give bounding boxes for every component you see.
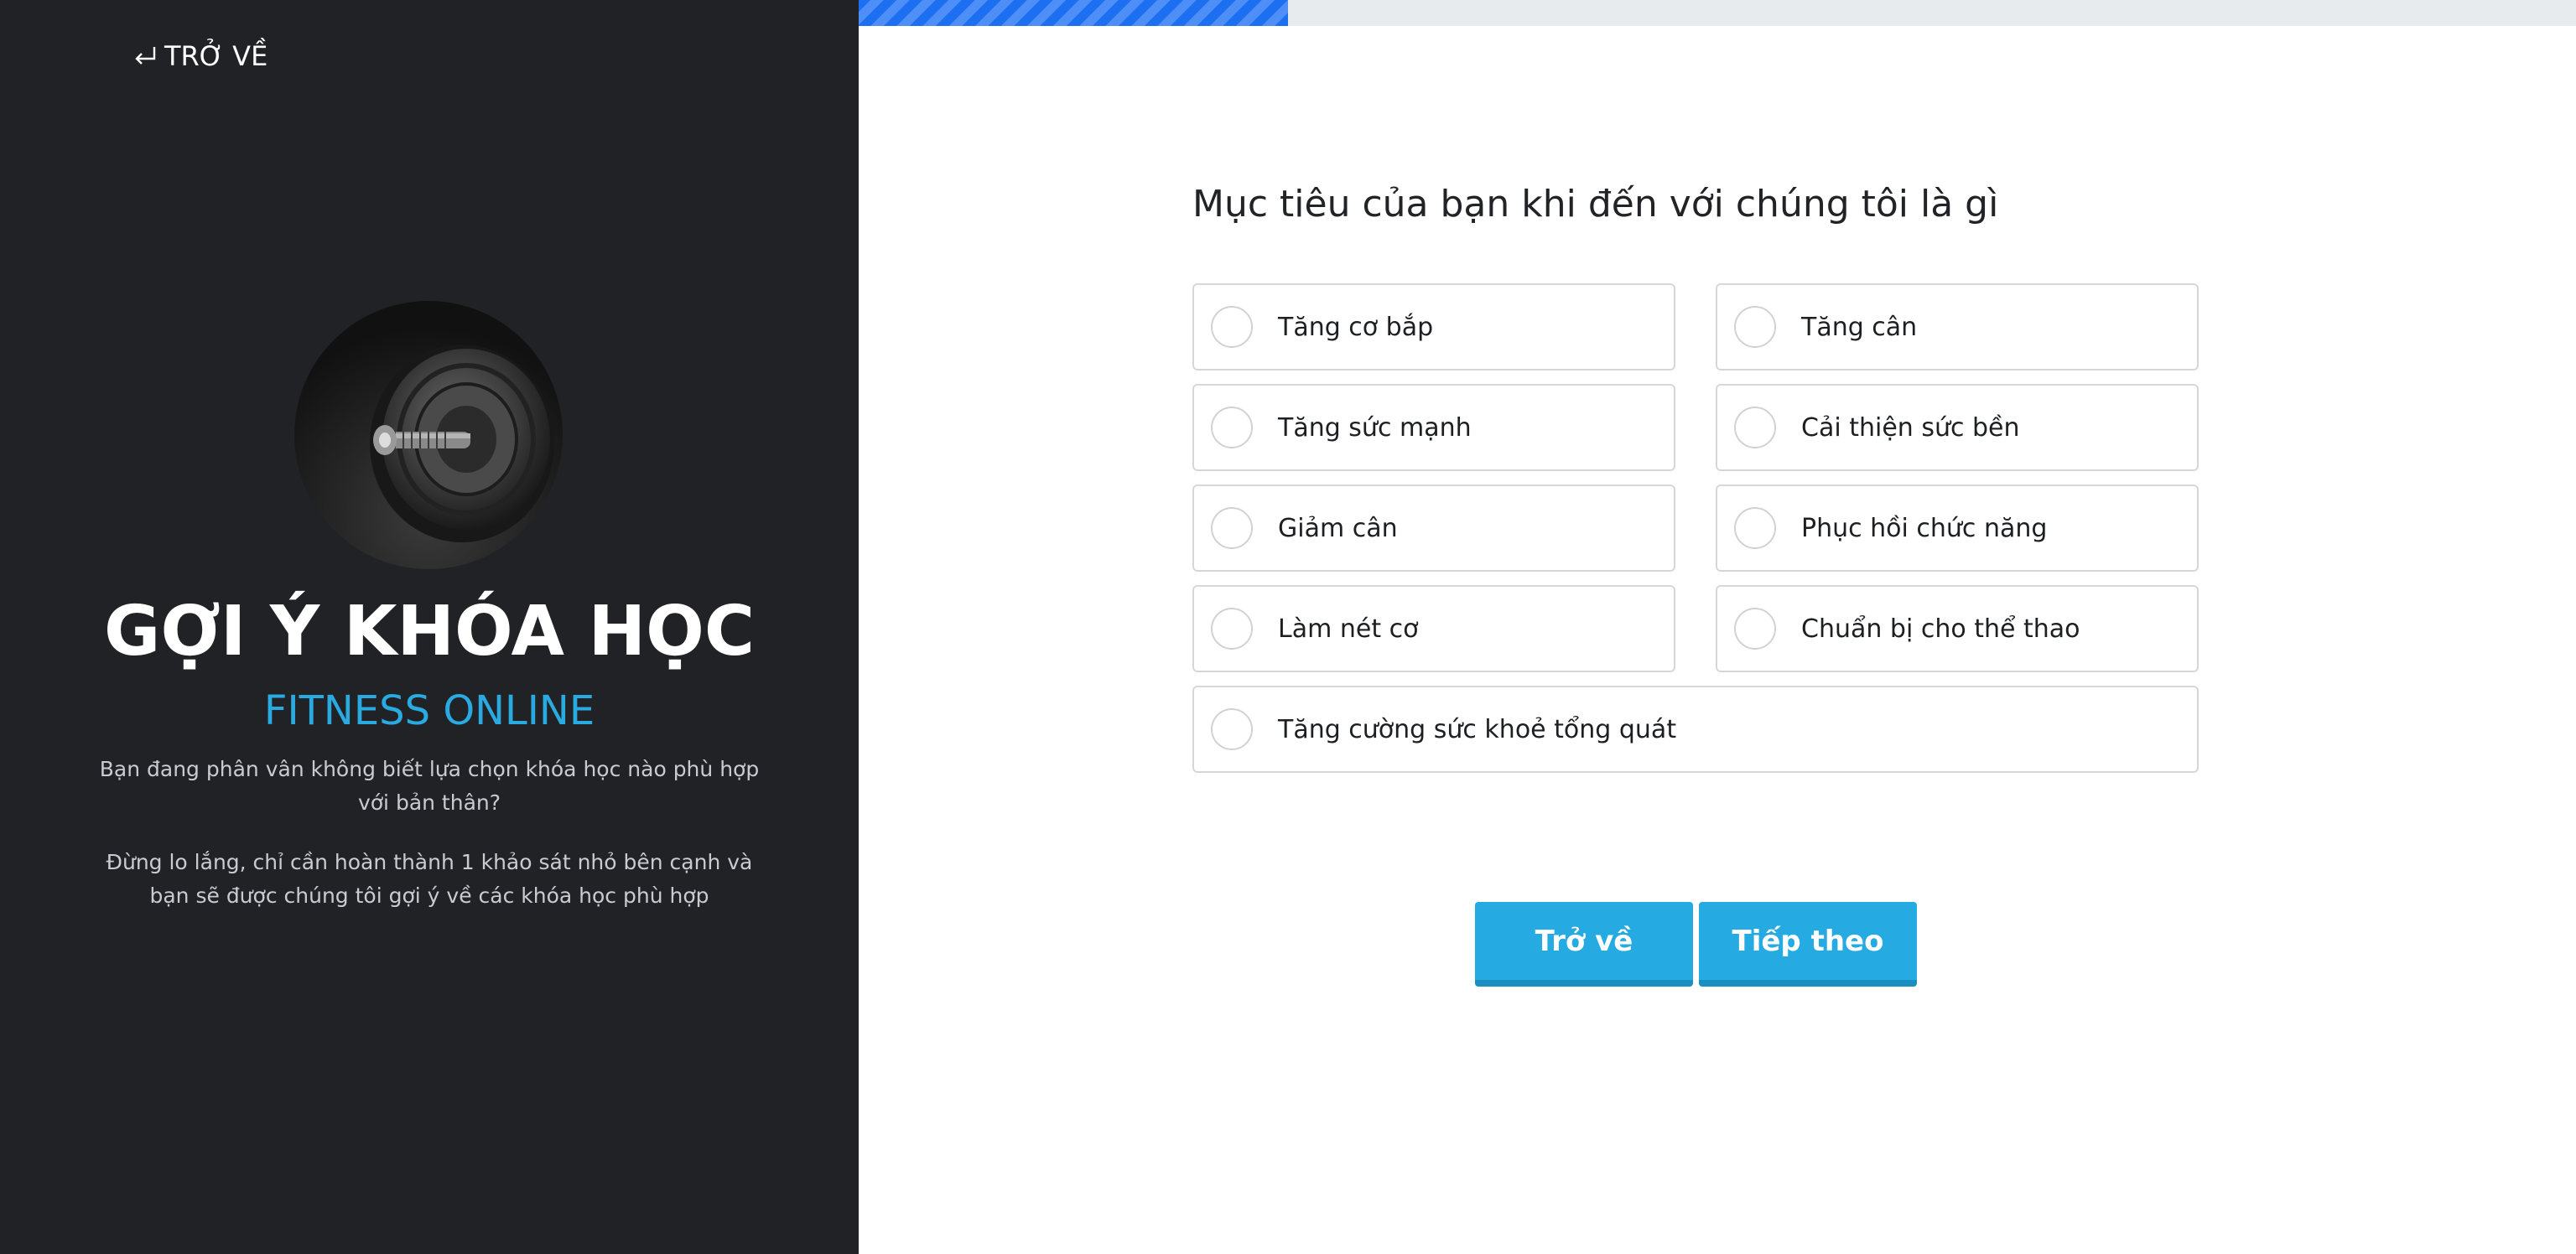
option-label: Cải thiện sức bền [1801,412,2020,443]
option-chuan-bi-the-thao[interactable]: Chuẩn bị cho thể thao [1716,585,2199,672]
option-label: Làm nét cơ [1278,614,1419,644]
radio-icon[interactable] [1734,306,1776,348]
option-label: Giảm cân [1278,513,1398,543]
dumbbell-image [294,301,563,569]
option-cai-thien-suc-ben[interactable]: Cải thiện sức bền [1716,384,2199,471]
option-lam-net-co[interactable]: Làm nét cơ [1192,585,1675,672]
radio-icon[interactable] [1734,608,1776,650]
radio-icon[interactable] [1734,507,1776,549]
radio-icon[interactable] [1211,708,1253,750]
option-label: Tăng cân [1801,312,1918,342]
option-label: Tăng sức mạnh [1278,412,1472,443]
radio-icon[interactable] [1211,306,1253,348]
progress-fill [859,0,1288,26]
intro-panel: TRỞ VỀ GỢI Ý KHÓA HỌC FITNESS ONLINE Bạn… [0,0,859,1254]
option-label: Tăng cường sức khoẻ tổng quát [1278,714,1677,744]
option-phuc-hoi-chuc-nang[interactable]: Phục hồi chức năng [1716,484,2199,572]
return-arrow-icon [135,47,156,65]
radio-icon[interactable] [1211,507,1253,549]
option-suc-khoe-tong-quat[interactable]: Tăng cường sức khoẻ tổng quát [1192,686,2199,773]
back-link-label: TRỞ VỀ [164,40,268,72]
hero-subtitle: FITNESS ONLINE [263,687,595,734]
option-tang-suc-manh[interactable]: Tăng sức mạnh [1192,384,1675,471]
option-label: Phục hồi chức năng [1801,513,2048,543]
radio-icon[interactable] [1734,407,1776,448]
dumbbell-plate-icon [294,301,563,569]
back-link[interactable]: TRỞ VỀ [131,40,267,72]
progress-bar [859,0,2576,26]
survey-question: Mục tiêu của bạn khi đến với chúng tôi l… [1192,183,1999,225]
hero-description-1: Bạn đang phân vân không biết lựa chọn kh… [99,757,760,815]
hero-title: GỢI Ý KHÓA HỌC [103,592,756,671]
option-label: Tăng cơ bắp [1278,312,1434,342]
option-tang-co-bap[interactable]: Tăng cơ bắp [1192,283,1675,370]
option-giam-can[interactable]: Giảm cân [1192,484,1675,572]
next-button[interactable]: Tiếp theo [1699,902,1917,987]
radio-icon[interactable] [1211,608,1253,650]
back-button[interactable]: Trở về [1475,902,1693,987]
option-tang-can[interactable]: Tăng cân [1716,283,2199,370]
option-label: Chuẩn bị cho thể thao [1801,614,2080,644]
radio-icon[interactable] [1211,407,1253,448]
hero-description-2: Đừng lo lắng, chỉ cần hoàn thành 1 khảo … [106,850,753,908]
